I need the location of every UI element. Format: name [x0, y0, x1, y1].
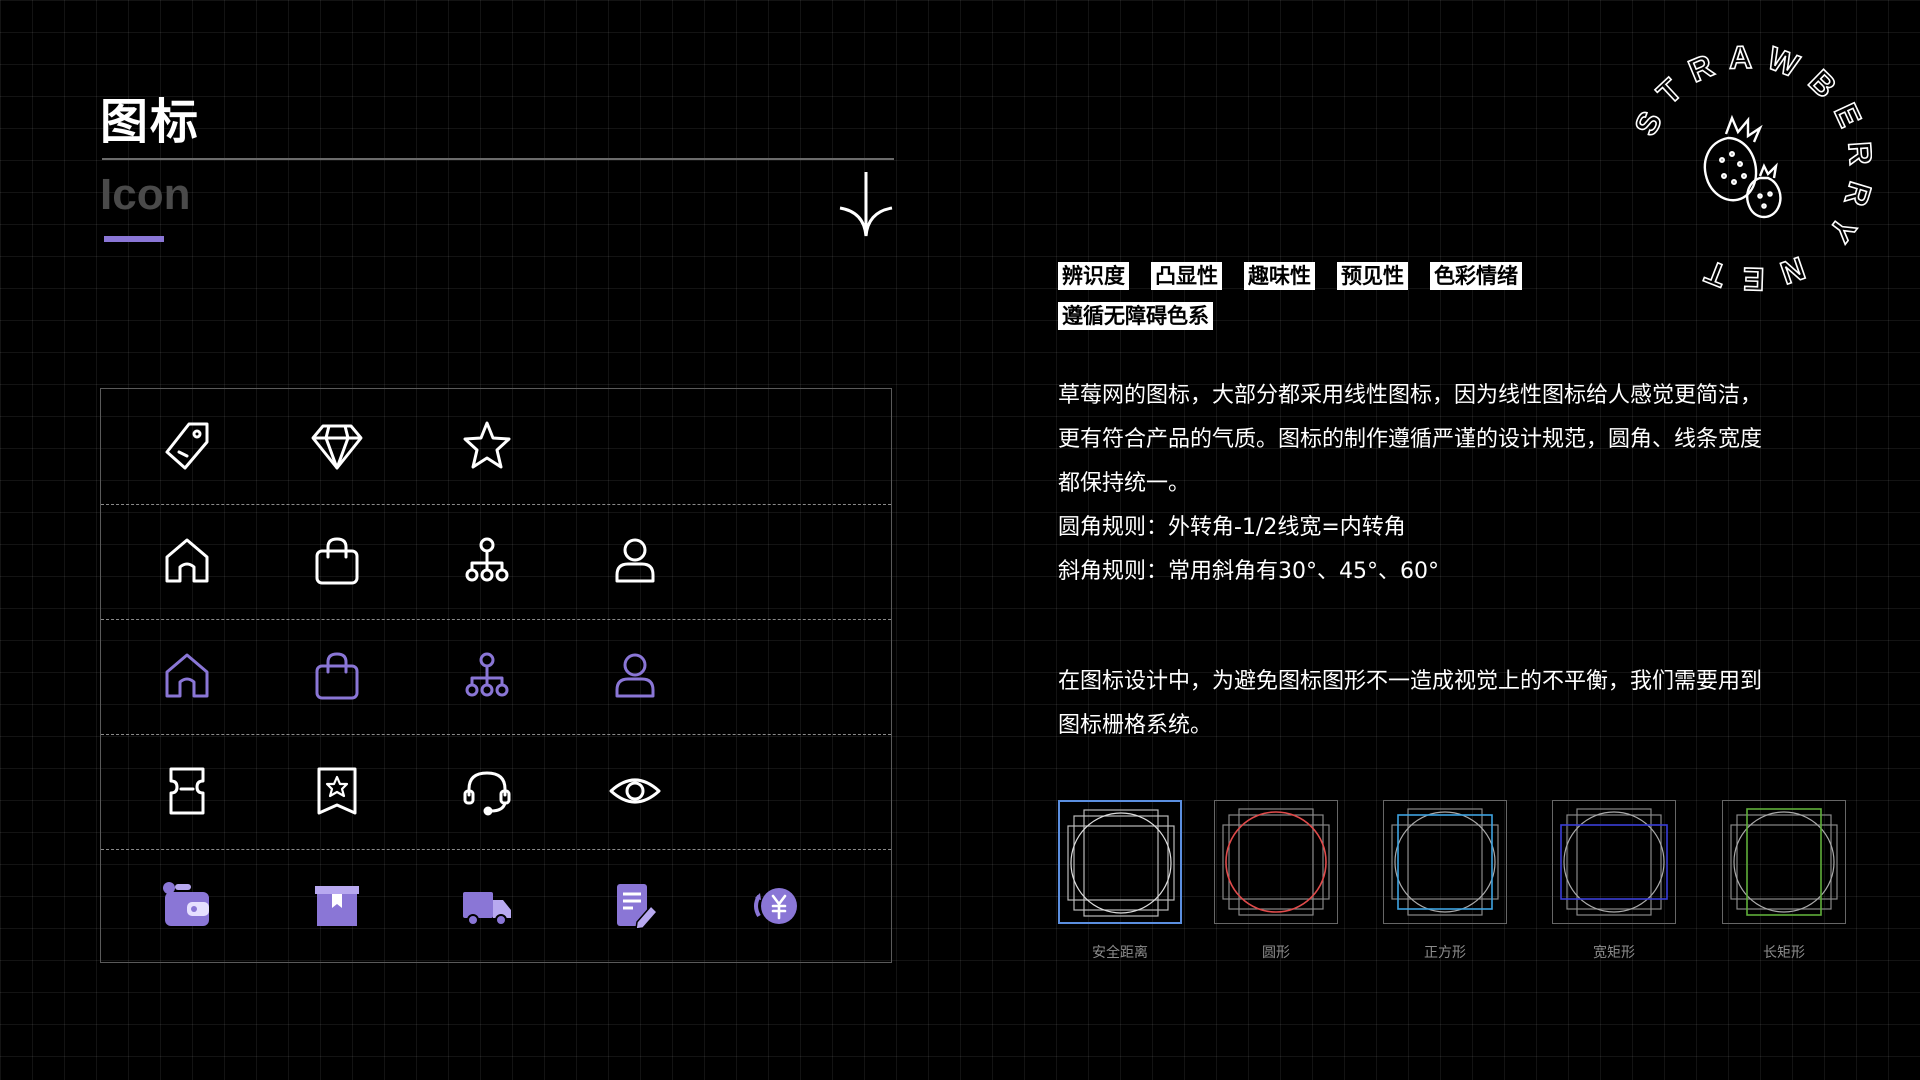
grid-label-square: 正方形: [1424, 945, 1466, 961]
tag-prominence: 凸显性: [1151, 262, 1222, 290]
feature-tags-secondary: 遵循无障碍色系: [1058, 302, 1235, 330]
favorite-badge-icon: [309, 763, 365, 819]
refund-icon: [747, 878, 803, 934]
description-line: 圆角规则：外转角-1/2线宽=内转角: [1058, 515, 1406, 540]
eye-icon: [607, 763, 663, 819]
subtitle-accent-bar: [104, 236, 164, 242]
tag-accessible-colors: 遵循无障碍色系: [1058, 302, 1213, 330]
icon-row-1: [101, 389, 891, 504]
icon-showcase-panel: [100, 388, 892, 963]
org-chart-icon: [459, 648, 515, 704]
icon-row-3: [101, 619, 891, 734]
grid-safe-area: [1058, 800, 1182, 924]
page-title: 图标: [100, 94, 201, 150]
star-icon: [459, 418, 515, 474]
description-line: 都保持统一。: [1058, 471, 1191, 496]
home-icon: [159, 648, 215, 704]
tag-recognizability: 辨识度: [1058, 262, 1129, 290]
description-line: 更有符合产品的气质。图标的制作遵循严谨的设计规范，圆角、线条宽度: [1058, 427, 1763, 452]
feature-tags: 辨识度 凸显性 趣味性 预见性 色彩情绪: [1058, 262, 1544, 290]
truck-icon: [459, 878, 515, 934]
grid-label-wide: 宽矩形: [1593, 945, 1635, 961]
shopping-bag-icon: [309, 533, 365, 589]
tag-predictability: 预见性: [1337, 262, 1408, 290]
grid-label-circle: 圆形: [1262, 945, 1290, 961]
headset-icon: [459, 763, 515, 819]
down-arrow-icon: [836, 168, 896, 240]
box-icon: [309, 878, 365, 934]
icon-row-5: [101, 849, 891, 964]
tag-color-emotion: 色彩情绪: [1430, 262, 1522, 290]
strawberry-icon: [1703, 114, 1782, 219]
page-subtitle: Icon: [100, 170, 191, 219]
home-icon: [159, 533, 215, 589]
user-icon: [607, 533, 663, 589]
grid-square: [1383, 800, 1507, 924]
icon-row-2: [101, 504, 891, 619]
logo-text: STRAWBERRY NET: [1626, 38, 1866, 299]
grid-wide-rect: [1552, 800, 1676, 924]
svg-text:STRAWBERRY NET: STRAWBERRY NET: [1628, 42, 1872, 294]
description-line: 草莓网的图标，大部分都采用线性图标，因为线性图标给人感觉更简洁，: [1058, 383, 1763, 408]
coupon-icon: [159, 763, 215, 819]
description-line: 在图标设计中，为避免图标图形不一造成视觉上的不平衡，我们需要用到: [1058, 669, 1763, 694]
strawberry-net-logo: STRAWBERRY NET: [1626, 38, 1872, 299]
description-line: 斜角规则：常用斜角有30°、45°、60°: [1058, 559, 1439, 584]
grid-label-tall: 长矩形: [1763, 945, 1805, 961]
user-icon: [607, 648, 663, 704]
shopping-bag-icon: [309, 648, 365, 704]
grid-tall-rect: [1722, 800, 1846, 924]
tag-fun: 趣味性: [1244, 262, 1315, 290]
grid-circle: [1214, 800, 1338, 924]
diamond-icon: [309, 418, 365, 474]
description-paragraph-2: 在图标设计中，为避免图标图形不一造成视觉上的不平衡，我们需要用到 图标栅格系统。: [1058, 660, 1858, 748]
title-divider: [102, 158, 894, 160]
wallet-icon: [159, 878, 215, 934]
description-paragraph-1: 草莓网的图标，大部分都采用线性图标，因为线性图标给人感觉更简洁， 更有符合产品的…: [1058, 374, 1858, 594]
note-edit-icon: [607, 878, 663, 934]
icon-row-4: [101, 734, 891, 849]
grid-label-safe: 安全距离: [1092, 945, 1148, 961]
tag-icon: [159, 418, 215, 474]
org-chart-icon: [459, 533, 515, 589]
description-line: 图标栅格系统。: [1058, 713, 1213, 738]
